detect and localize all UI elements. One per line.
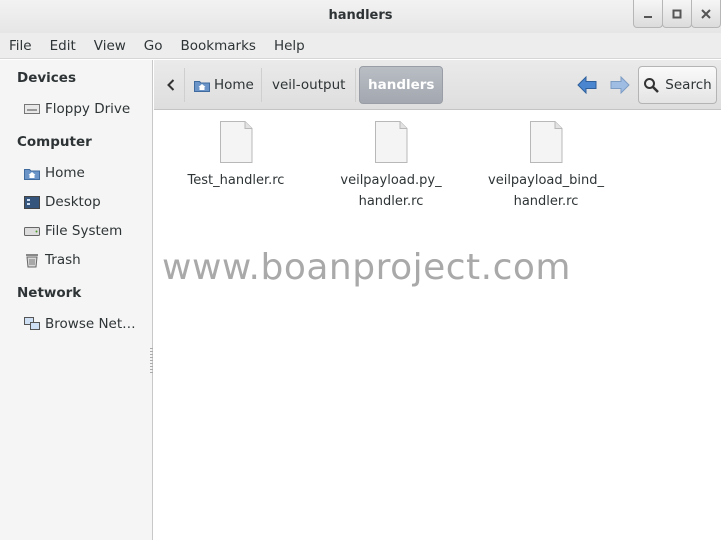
menu-file[interactable]: File bbox=[0, 33, 41, 59]
breadcrumb-label: veil-output bbox=[272, 77, 346, 93]
file-name-line-2: handler.rc bbox=[358, 194, 424, 209]
desktop-icon bbox=[24, 195, 40, 209]
chevron-left-icon bbox=[167, 79, 175, 91]
menu-help[interactable]: Help bbox=[265, 33, 314, 59]
separator bbox=[355, 68, 356, 102]
title-bar: handlers bbox=[0, 0, 721, 33]
sidebar-item-label: File System bbox=[45, 223, 123, 239]
sidebar-item-label: Browse Net… bbox=[45, 316, 136, 332]
sidebar-item-label: Home bbox=[45, 165, 85, 181]
sidebar-item-file-system[interactable]: File System bbox=[24, 223, 122, 239]
sidebar-item-label: Trash bbox=[45, 252, 81, 268]
file-item[interactable]: Test_handler.rc bbox=[166, 120, 306, 191]
text-file-icon bbox=[220, 121, 253, 163]
minimize-button[interactable] bbox=[633, 0, 663, 28]
sidebar-item-floppy-drive[interactable]: Floppy Drive bbox=[24, 101, 130, 117]
breadcrumb-handlers[interactable]: handlers bbox=[359, 66, 444, 104]
watermark-text: www.boanproject.com bbox=[162, 247, 571, 288]
text-file-icon bbox=[375, 121, 408, 163]
back-button[interactable] bbox=[575, 74, 599, 96]
arrow-right-icon bbox=[610, 76, 630, 94]
devices-header: Devices bbox=[17, 70, 76, 86]
text-file-icon bbox=[530, 121, 563, 163]
menu-bar: File Edit View Go Bookmarks Help bbox=[0, 33, 721, 59]
home-folder-icon bbox=[24, 166, 40, 180]
file-view: Test_handler.rc veilpayload.py_ handler.… bbox=[154, 111, 721, 540]
maximize-icon bbox=[672, 9, 682, 18]
separator bbox=[261, 68, 262, 102]
menu-bookmarks[interactable]: Bookmarks bbox=[172, 33, 265, 59]
network-header: Network bbox=[17, 285, 82, 301]
breadcrumb-scroll-left-button[interactable] bbox=[160, 73, 182, 97]
file-name: Test_handler.rc bbox=[187, 173, 285, 188]
pane-resize-handle[interactable] bbox=[150, 348, 153, 374]
network-icon bbox=[24, 317, 40, 331]
sidebar-item-label: Desktop bbox=[45, 194, 101, 210]
separator bbox=[184, 68, 185, 102]
breadcrumb-home[interactable]: Home bbox=[186, 66, 262, 104]
file-name-line-1: veilpayload.py_ bbox=[340, 173, 442, 188]
menu-go[interactable]: Go bbox=[135, 33, 172, 59]
minimize-icon bbox=[644, 15, 652, 18]
arrow-left-icon bbox=[577, 76, 597, 94]
window-controls bbox=[633, 0, 721, 28]
toolbar: Home veil-output handlers Search bbox=[154, 60, 721, 110]
search-label: Search bbox=[665, 77, 712, 93]
sidebar-item-trash[interactable]: Trash bbox=[24, 252, 81, 268]
file-name-line-1: veilpayload_bind_ bbox=[488, 173, 604, 188]
menu-edit[interactable]: Edit bbox=[41, 33, 85, 59]
file-name-line-2: handler.rc bbox=[513, 194, 579, 209]
drive-icon bbox=[24, 224, 40, 238]
trash-icon bbox=[24, 253, 40, 267]
breadcrumb-veil-output[interactable]: veil-output bbox=[264, 66, 353, 104]
sidebar-item-browse-network[interactable]: Browse Net… bbox=[24, 316, 136, 332]
window-title: handlers bbox=[328, 8, 393, 23]
search-button[interactable]: Search bbox=[638, 66, 717, 104]
file-item[interactable]: veilpayload.py_ handler.rc bbox=[321, 120, 461, 212]
places-sidebar: Devices Floppy Drive Computer Home Deskt… bbox=[0, 60, 153, 540]
breadcrumb-label: Home bbox=[214, 77, 254, 93]
home-folder-icon bbox=[194, 79, 210, 92]
menu-view[interactable]: View bbox=[85, 33, 135, 59]
search-icon bbox=[643, 77, 660, 93]
maximize-button[interactable] bbox=[662, 0, 692, 28]
sidebar-item-home[interactable]: Home bbox=[24, 165, 85, 181]
close-button[interactable] bbox=[691, 0, 721, 28]
computer-header: Computer bbox=[17, 134, 92, 150]
forward-button[interactable] bbox=[608, 74, 632, 96]
close-icon bbox=[701, 8, 711, 19]
file-item[interactable]: veilpayload_bind_ handler.rc bbox=[476, 120, 616, 212]
breadcrumb-label: handlers bbox=[368, 77, 435, 93]
sidebar-item-desktop[interactable]: Desktop bbox=[24, 194, 101, 210]
sidebar-item-label: Floppy Drive bbox=[45, 101, 131, 117]
floppy-drive-icon bbox=[24, 102, 40, 116]
